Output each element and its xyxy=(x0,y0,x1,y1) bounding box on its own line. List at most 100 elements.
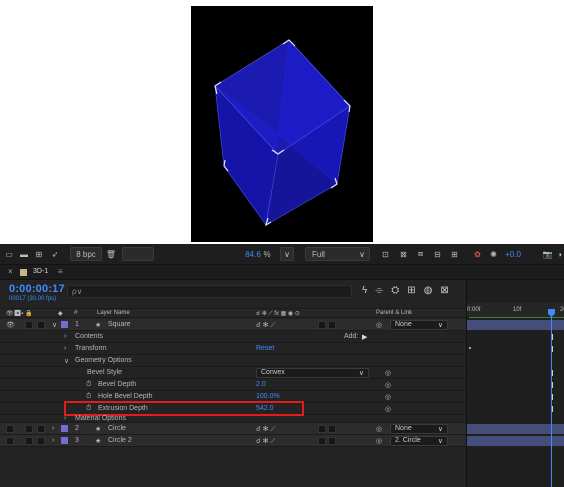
3d-view-icon[interactable]: ⊟ xyxy=(432,247,443,261)
color-management-icon[interactable]: ✿ xyxy=(472,247,483,261)
col-layer-name[interactable]: Layer Name xyxy=(97,310,130,316)
bevel-style-dropdown[interactable]: Convex ∨ xyxy=(256,368,369,378)
lock-toggle[interactable] xyxy=(37,321,45,329)
frame-blend-icon[interactable]: ⛭ xyxy=(391,285,399,296)
layer-name[interactable]: Circle 2 xyxy=(108,437,132,444)
adjustment-toggle[interactable] xyxy=(328,321,336,329)
frame-icon[interactable]: ⊠ xyxy=(440,285,448,296)
expand-arrow-icon[interactable]: › xyxy=(64,333,66,340)
resolution-dropdown[interactable]: Full ∨ xyxy=(305,247,370,261)
layer-name[interactable]: Circle xyxy=(108,425,126,432)
layer-switches[interactable]: ☌ ✻ ⟋ xyxy=(256,437,275,446)
pickwhip-icon[interactable]: ◎ xyxy=(376,425,382,433)
expand-arrow-icon[interactable]: › xyxy=(52,437,54,444)
work-area-bar[interactable] xyxy=(469,317,564,318)
expand-arrow-icon[interactable]: › xyxy=(64,415,66,422)
layer-1-duration-bar[interactable] xyxy=(467,320,564,330)
3d-layer-toggle[interactable] xyxy=(318,425,326,433)
layer-row[interactable]: › 2 ★ Circle ☌ ✻ ⟋ ◎ None ∨ xyxy=(0,423,466,435)
property-row[interactable]: › Contents Add: ▶ xyxy=(0,331,466,343)
contents-label: Contents xyxy=(75,333,104,340)
expression-icon[interactable]: ◎ xyxy=(385,381,391,389)
parent-dropdown[interactable]: 2. Circle ∨ xyxy=(390,436,448,446)
composition-viewer[interactable] xyxy=(191,6,373,242)
material-options-label: Material Options xyxy=(75,415,126,422)
label-color[interactable] xyxy=(61,321,68,328)
col-parent-link[interactable]: Parent & Link xyxy=(376,310,412,316)
zoom-dropdown-icon[interactable]: ∨ xyxy=(280,247,294,261)
show-snapshot-icon[interactable]: ◑ xyxy=(555,247,564,261)
label-color[interactable] xyxy=(61,437,68,444)
visibility-toggle[interactable] xyxy=(6,437,14,445)
solo-toggle[interactable] xyxy=(25,425,33,433)
solo-toggle[interactable] xyxy=(25,321,33,329)
timeline-area[interactable]: 0:00f 10f 20 xyxy=(466,280,564,487)
collapse-arrow-icon[interactable]: ∨ xyxy=(64,357,69,365)
layer-2-duration-bar[interactable] xyxy=(467,424,564,434)
layer-switches[interactable]: ☌ ✻ ⟋ xyxy=(256,425,275,434)
layer-switches[interactable]: ☌ ✻ ⟋ xyxy=(256,321,275,330)
property-row[interactable]: › Transform Reset xyxy=(0,343,466,355)
hole-bevel-depth-value[interactable]: 100.0% xyxy=(256,393,280,400)
reset-link[interactable]: Reset xyxy=(256,345,274,352)
transparency-grid-icon[interactable]: ⊠ xyxy=(398,247,409,261)
bevel-depth-value[interactable]: 2.0 xyxy=(256,381,266,388)
tab-menu-icon[interactable]: ≡ xyxy=(58,267,63,276)
extrusion-highlight-box xyxy=(64,401,304,416)
motion-blur-icon[interactable]: ⊞ xyxy=(407,285,415,296)
expand-chevron-icon[interactable]: ∨ xyxy=(52,321,57,329)
bpc-button[interactable]: 8 bpc xyxy=(70,247,102,261)
3d-layer-toggle[interactable] xyxy=(318,437,326,445)
lock-toggle[interactable] xyxy=(37,425,45,433)
adjustment-toggle[interactable] xyxy=(328,437,336,445)
stopwatch-icon[interactable]: ⏱ xyxy=(86,381,91,389)
expression-icon[interactable]: ◎ xyxy=(385,369,391,377)
pickwhip-icon[interactable]: ◎ xyxy=(376,437,382,445)
layer-name[interactable]: Square xyxy=(108,321,131,328)
rocket-icon[interactable]: ➶ xyxy=(50,247,60,261)
layer-search-input[interactable]: ρ∨ xyxy=(67,285,352,298)
mask-icon[interactable]: ⧈ xyxy=(415,247,426,261)
channel-icon[interactable]: ⊞ xyxy=(449,247,460,261)
render-icon[interactable]: ▭ xyxy=(4,247,14,261)
expression-icon[interactable]: ◎ xyxy=(385,393,391,401)
trash-icon[interactable]: 🗑 xyxy=(106,247,116,261)
exposure-icon[interactable]: ✺ xyxy=(488,247,499,261)
property-row[interactable]: ∨ Geometry Options xyxy=(0,355,466,367)
property-row[interactable]: › Material Options xyxy=(0,415,466,423)
flowchart-icon[interactable]: ⊞ xyxy=(34,247,44,261)
layer-row[interactable]: › 3 ★ Circle 2 ☌ ✻ ⟋ ◎ 2. Circle ∨ xyxy=(0,435,466,447)
folder-icon[interactable]: ▬ xyxy=(19,247,29,261)
parent-value: None xyxy=(395,321,412,328)
viewer-toolbar: ▭ ▬ ⊞ ➶ 8 bpc 🗑 84.6 % ∨ Full ∨ ⊡ ⊠ ⧈ ⊟ ⊞… xyxy=(0,244,564,265)
draft-3d-icon[interactable]: ϟ xyxy=(362,285,367,296)
label-color[interactable] xyxy=(61,425,68,432)
camera-icon[interactable]: 📷 xyxy=(542,247,553,261)
layer-row[interactable]: 👁 ∨ 1 ★ Square ☌ ✻ ⟋ ◎ None ∨ xyxy=(0,319,466,331)
color-swatch[interactable] xyxy=(122,247,154,261)
pickwhip-icon[interactable]: ◎ xyxy=(376,321,382,329)
expand-arrow-icon[interactable]: › xyxy=(52,425,54,432)
exposure-value[interactable]: +0.0 xyxy=(502,247,524,261)
expression-icon[interactable]: ◎ xyxy=(385,405,391,413)
solo-toggle[interactable] xyxy=(25,437,33,445)
hole-bevel-depth-label: Hole Bevel Depth xyxy=(98,393,153,400)
expand-arrow-icon[interactable]: › xyxy=(64,345,66,352)
keyframe-marker[interactable] xyxy=(469,347,471,349)
graph-editor-icon[interactable]: ◍ xyxy=(424,285,433,296)
layer-3-duration-bar[interactable] xyxy=(467,436,564,446)
close-tab-icon[interactable]: × xyxy=(8,267,13,276)
tab-3d-1[interactable]: 3D-1 xyxy=(33,268,48,275)
parent-dropdown[interactable]: None ∨ xyxy=(390,424,448,434)
parent-dropdown[interactable]: None ∨ xyxy=(390,320,448,330)
region-icon[interactable]: ⊡ xyxy=(380,247,391,261)
visibility-toggle[interactable] xyxy=(6,425,14,433)
current-time[interactable]: 0:00:00:17 xyxy=(9,283,65,295)
stopwatch-icon[interactable]: ⏱ xyxy=(86,393,91,401)
eye-icon[interactable]: 👁 xyxy=(6,321,15,329)
lock-toggle[interactable] xyxy=(37,437,45,445)
shy-icon[interactable]: ⌯ xyxy=(375,285,383,296)
3d-layer-toggle[interactable] xyxy=(318,321,326,329)
adjustment-toggle[interactable] xyxy=(328,425,336,433)
add-button-icon[interactable]: ▶ xyxy=(362,333,367,341)
